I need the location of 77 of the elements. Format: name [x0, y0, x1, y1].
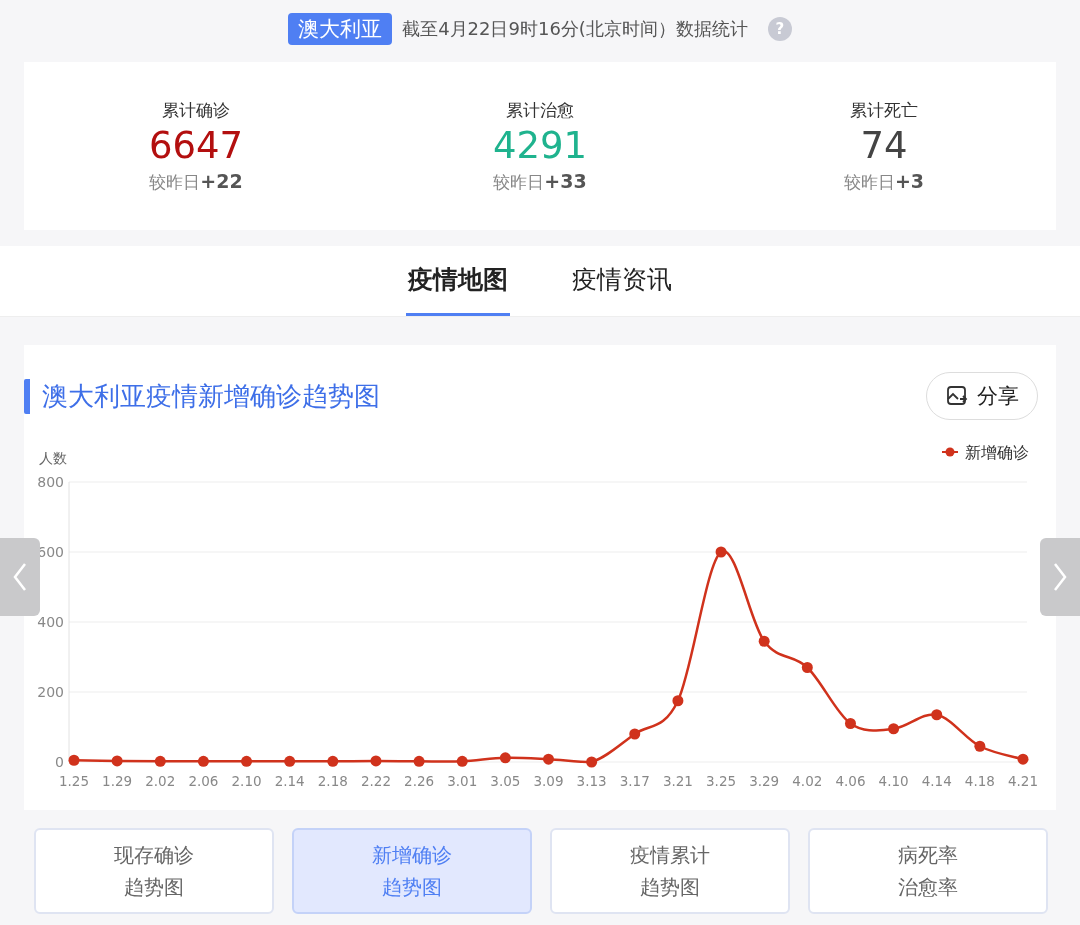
data-point: [931, 709, 943, 721]
x-tick-label: 1.25: [58, 773, 90, 789]
stat-delta: 较昨日+22: [149, 169, 243, 194]
stat-delta: 较昨日+33: [493, 169, 587, 194]
trend-button[interactable]: 新增确诊 趋势图: [292, 828, 532, 914]
trend-button[interactable]: 病死率 治愈率: [808, 828, 1048, 914]
stat-value: 74: [860, 122, 908, 169]
data-point: [154, 755, 166, 767]
x-tick-label: 3.29: [749, 773, 780, 789]
data-point: [672, 695, 684, 707]
legend: 新增确诊: [941, 443, 1029, 462]
stat-label: 累计治愈: [506, 98, 574, 122]
data-point: [974, 740, 986, 752]
x-tick-label: 4.14: [921, 773, 952, 789]
x-tick-label: 2.14: [274, 773, 305, 789]
stat-label: 累计死亡: [850, 98, 918, 122]
data-point: [629, 728, 641, 740]
data-point: [241, 755, 253, 767]
x-tick-label: 3.25: [706, 773, 737, 789]
data-point: [801, 662, 813, 673]
data-point: [197, 755, 209, 767]
x-tick-label: 4.06: [835, 773, 866, 789]
previous-button[interactable]: [0, 538, 40, 616]
chevron-right-icon: [1053, 562, 1067, 592]
data-point: [327, 755, 339, 767]
tab[interactable]: 疫情资讯: [570, 246, 674, 316]
x-tick-label: 3.21: [662, 773, 693, 789]
x-tick-label: 2.10: [231, 773, 262, 789]
data-point: [68, 754, 80, 766]
data-point: [1017, 753, 1029, 765]
share-button[interactable]: 分享: [926, 372, 1038, 420]
data-point: [758, 635, 770, 647]
y-tick-label: 0: [55, 754, 64, 770]
x-tick-label: 4.10: [878, 773, 909, 789]
x-tick-label: 2.18: [317, 773, 348, 789]
stat-value: 4291: [492, 122, 588, 169]
x-tick-label: 2.06: [188, 773, 219, 789]
x-tick-label: 1.29: [102, 773, 133, 789]
legend-label: 新增确诊: [965, 443, 1029, 462]
trend-button[interactable]: 疫情累计 趋势图: [550, 828, 790, 914]
data-point: [413, 755, 425, 767]
x-tick-label: 2.26: [404, 773, 435, 789]
x-tick-label: 3.09: [533, 773, 564, 789]
data-point: [284, 755, 296, 767]
data-point: [499, 752, 511, 764]
data-point: [370, 755, 382, 767]
x-tick-label: 2.02: [145, 773, 176, 789]
y-tick-label: 400: [37, 614, 64, 630]
chevron-left-icon: [13, 562, 27, 592]
data-point: [586, 756, 598, 768]
x-tick-label: 4.18: [964, 773, 995, 789]
x-tick-label: 2.22: [360, 773, 391, 789]
region-badge: 澳大利亚: [288, 13, 393, 45]
x-tick-label: 3.17: [619, 773, 650, 789]
share-icon: [945, 384, 969, 408]
x-tick-label: 4.02: [792, 773, 823, 789]
y-axis-label: 人数: [39, 450, 67, 466]
y-tick-label: 800: [37, 474, 64, 490]
x-tick-label: 3.05: [490, 773, 521, 789]
stat-label: 累计确诊: [162, 98, 230, 122]
data-point: [844, 718, 856, 729]
x-tick-label: 3.01: [447, 773, 478, 789]
data-point: [715, 546, 727, 558]
data-point: [543, 753, 554, 765]
stat-value: 6647: [148, 122, 244, 169]
data-point: [456, 755, 468, 767]
y-tick-label: 200: [37, 684, 64, 700]
chart-title: 澳大利亚疫情新增确诊趋势图: [24, 378, 380, 414]
update-caption: 截至4月22日9时16分(北京时间）数据统计: [402, 17, 748, 41]
next-button[interactable]: [1040, 538, 1080, 616]
tab[interactable]: 疫情地图: [406, 246, 510, 316]
data-point: [111, 755, 123, 767]
x-tick-label: 3.13: [576, 773, 607, 789]
x-tick-label: 4.21: [1007, 773, 1039, 789]
trend-button[interactable]: 现存确诊 趋势图: [34, 828, 274, 914]
stat-delta: 较昨日+3: [843, 169, 925, 194]
data-point: [888, 723, 900, 735]
